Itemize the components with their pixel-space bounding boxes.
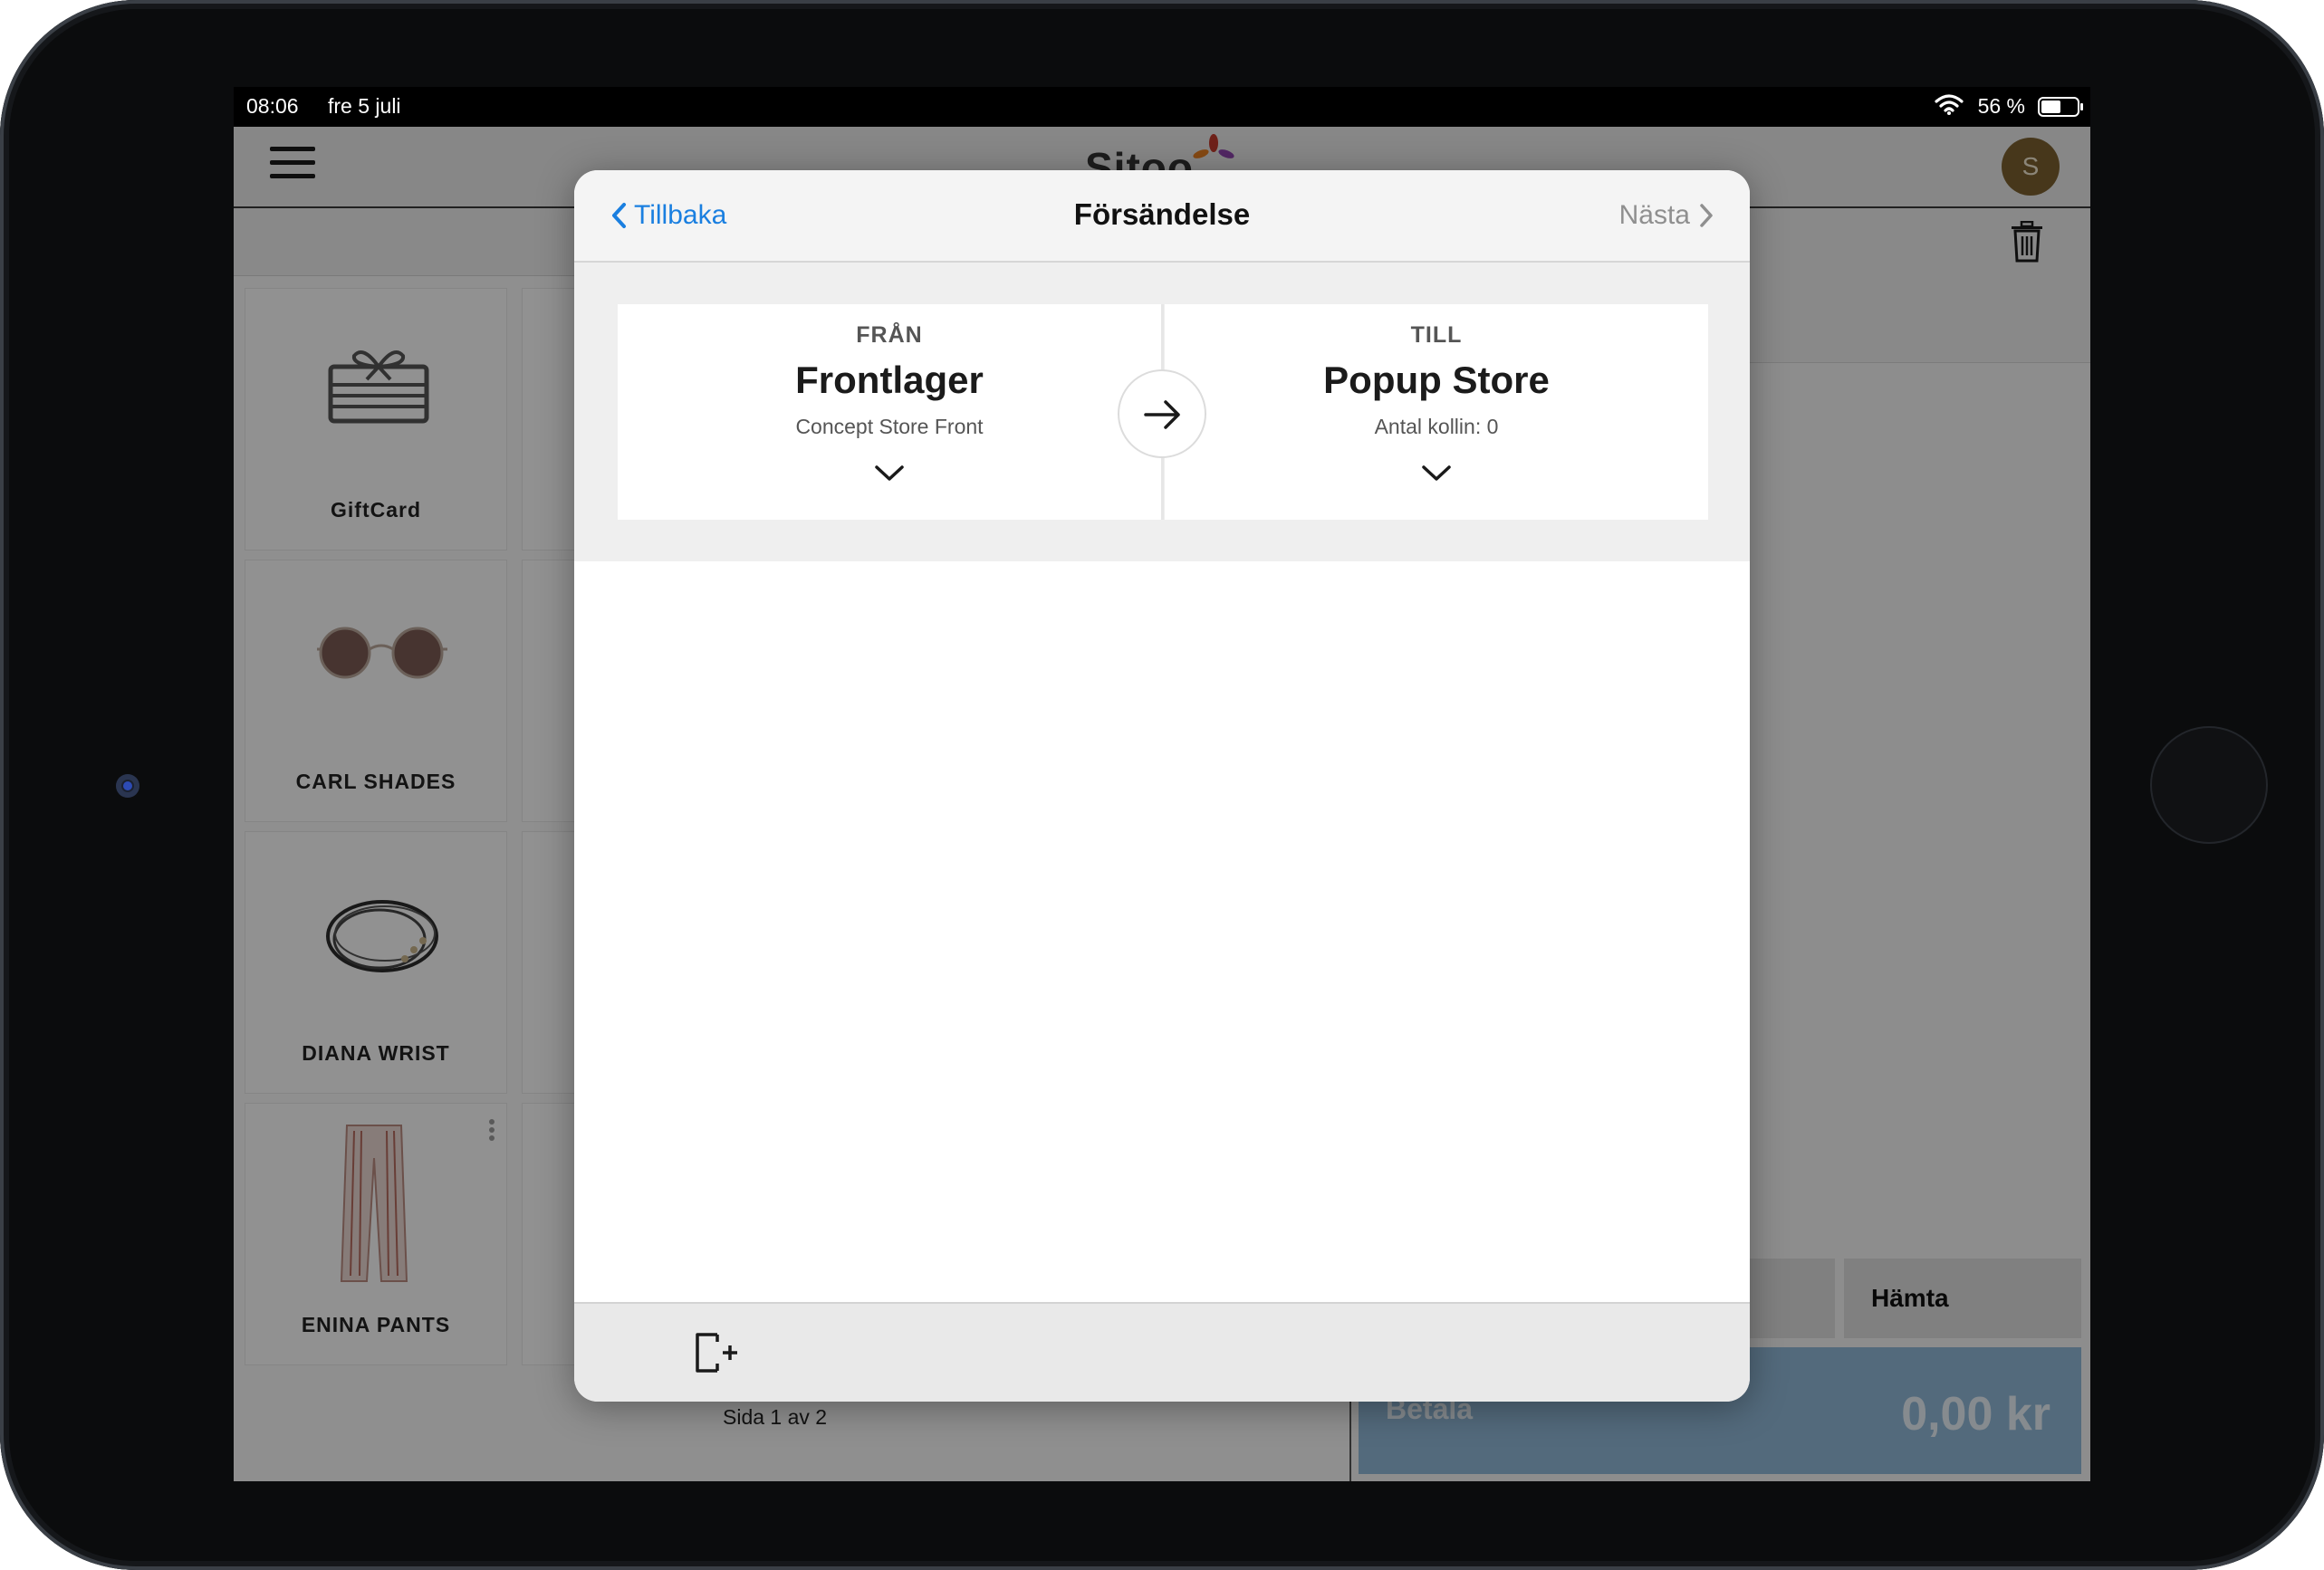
modal-content xyxy=(574,561,1750,1302)
from-location-selector[interactable]: FRÅN Frontlager Concept Store Front xyxy=(618,304,1161,520)
arrow-right-icon xyxy=(1144,400,1180,429)
to-location-selector[interactable]: TILL Popup Store Antal kollin: 0 xyxy=(1165,304,1708,520)
to-subtitle: Antal kollin: 0 xyxy=(1374,415,1499,438)
home-button[interactable] xyxy=(2152,728,2266,842)
wifi-icon xyxy=(1935,94,1964,115)
from-label: FRÅN xyxy=(856,322,923,348)
chevron-right-icon xyxy=(1700,204,1713,227)
shipment-modal: Tillbaka Försändelse Nästa FRÅN Frontlag… xyxy=(574,170,1750,1402)
modal-title: Försändelse xyxy=(1073,197,1251,231)
status-date: fre 5 juli xyxy=(328,94,401,118)
to-name: Popup Store xyxy=(1323,359,1550,401)
chevron-down-icon xyxy=(1422,465,1451,481)
swap-direction-button[interactable] xyxy=(1118,369,1206,458)
battery-fill xyxy=(2041,101,2060,113)
from-subtitle: Concept Store Front xyxy=(795,415,984,438)
next-button[interactable]: Nästa xyxy=(1619,196,1714,235)
from-name: Frontlager xyxy=(795,359,984,401)
battery-icon xyxy=(2038,97,2083,117)
status-bar: 08:06 fre 5 juli 56 % xyxy=(234,87,2090,127)
add-document-icon[interactable] xyxy=(692,1329,739,1376)
to-label: TILL xyxy=(1410,322,1463,348)
tablet-device: 08:06 fre 5 juli 56 % Sitoo S GiftCard C… xyxy=(0,0,2324,1570)
screen: 08:06 fre 5 juli 56 % Sitoo S GiftCard C… xyxy=(234,87,2090,1481)
modal-nav-bar: Tillbaka Försändelse Nästa xyxy=(574,170,1750,263)
chevron-down-icon xyxy=(875,465,904,481)
route-section: FRÅN Frontlager Concept Store Front TILL… xyxy=(574,263,1750,561)
modal-footer xyxy=(574,1302,1750,1402)
next-button-label: Nästa xyxy=(1618,200,1690,230)
battery-percent: 56 % xyxy=(1977,94,2025,118)
status-time: 08:06 xyxy=(246,94,299,118)
front-camera xyxy=(116,774,139,798)
